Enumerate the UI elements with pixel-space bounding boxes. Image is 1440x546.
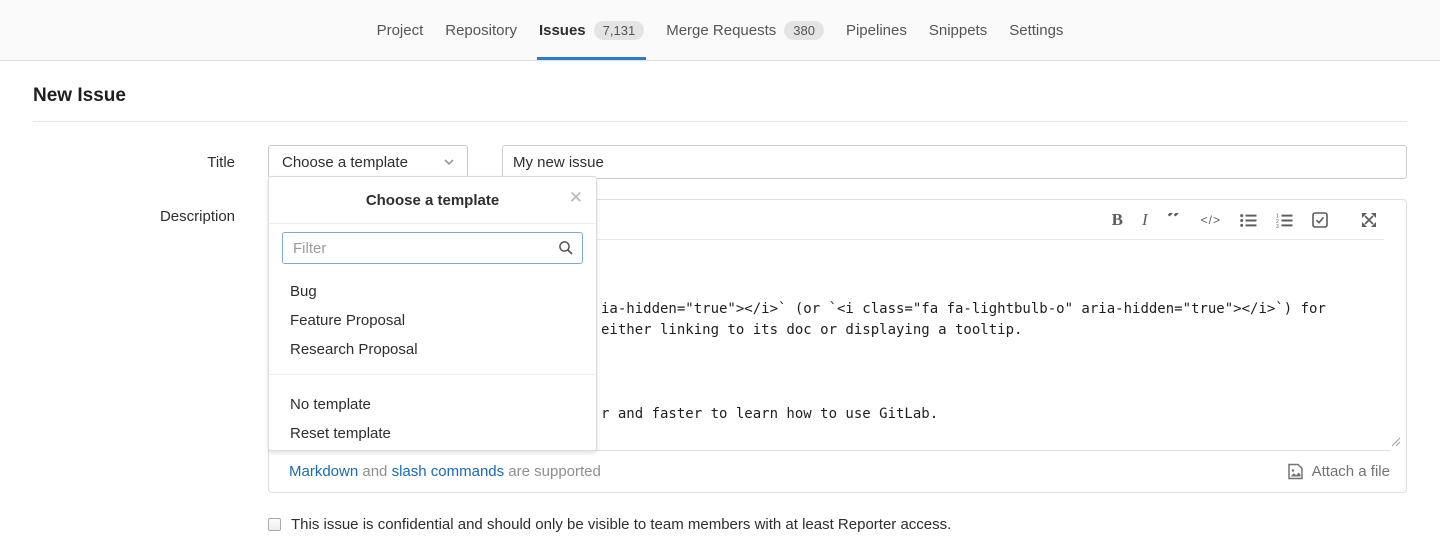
chevron-down-icon	[443, 158, 455, 166]
nav-tab-issues[interactable]: Issues 7,131	[528, 0, 655, 60]
numbered-list-icon: 1 2 3	[1276, 213, 1293, 228]
blockquote-button[interactable]: ”	[1167, 213, 1182, 227]
template-option-feature-proposal[interactable]: Feature Proposal	[269, 306, 596, 335]
new-issue-page: New Issue Title Choose a template Descri…	[0, 61, 1440, 533]
nav-tab-project[interactable]: Project	[366, 0, 435, 60]
nav-tab-pipelines[interactable]: Pipelines	[835, 0, 918, 60]
attach-file-label: Attach a file	[1312, 463, 1390, 480]
template-actions-list: No template Reset template	[269, 374, 596, 452]
template-filter-input[interactable]	[282, 232, 583, 264]
description-row: Description B I ” </>	[33, 199, 1407, 493]
nav-tab-label: Pipelines	[846, 22, 907, 39]
issue-title-input[interactable]	[502, 145, 1407, 179]
nav-tab-label: Settings	[1009, 22, 1063, 39]
filter-input-wrap	[282, 232, 583, 264]
template-list: Bug Feature Proposal Research Proposal	[269, 264, 596, 374]
footer-and-text: and	[358, 463, 391, 480]
dropdown-header: Choose a template ✕	[269, 177, 596, 224]
divider	[33, 121, 1407, 122]
nav-tab-label: Snippets	[929, 22, 987, 39]
bold-button[interactable]: B	[1112, 210, 1123, 230]
nav-tab-label: Repository	[445, 22, 517, 39]
nav-tab-label: Merge Requests	[666, 22, 776, 39]
svg-text:3: 3	[1276, 224, 1279, 228]
confidential-checkbox[interactable]	[268, 518, 281, 531]
project-nav: Project Repository Issues 7,131 Merge Re…	[0, 0, 1440, 61]
numbered-list-button[interactable]: 1 2 3	[1276, 210, 1293, 230]
markdown-footer: Markdown and slash commands are supporte…	[269, 451, 1406, 492]
close-icon[interactable]: ✕	[569, 189, 583, 206]
code-button[interactable]: </>	[1201, 210, 1221, 230]
task-list-button[interactable]	[1312, 210, 1328, 230]
search-icon	[558, 240, 574, 256]
nav-tab-merge-requests[interactable]: Merge Requests 380	[655, 0, 835, 60]
footer-supported-text: are supported	[504, 463, 601, 480]
template-option-bug[interactable]: Bug	[269, 277, 596, 306]
confidential-row: This issue is confidential and should on…	[268, 516, 1407, 533]
title-label: Title	[33, 145, 235, 179]
description-label: Description	[33, 199, 235, 493]
resize-handle[interactable]	[1389, 435, 1401, 447]
nav-tab-snippets[interactable]: Snippets	[918, 0, 998, 60]
issues-count-badge: 7,131	[594, 21, 645, 40]
page-title: New Issue	[33, 61, 1407, 107]
italic-button[interactable]: I	[1142, 210, 1148, 230]
markdown-link[interactable]: Markdown	[289, 463, 358, 480]
reset-template-option[interactable]: Reset template	[269, 419, 596, 448]
slash-commands-link[interactable]: slash commands	[392, 463, 505, 480]
title-row: Title Choose a template	[33, 145, 1407, 179]
bullet-list-button[interactable]	[1240, 210, 1257, 230]
nav-tab-label: Issues	[539, 22, 586, 39]
task-list-icon	[1312, 212, 1328, 228]
choose-template-dropdown-panel: Choose a template ✕ Bug Feature Proposal…	[268, 176, 597, 451]
choose-template-dropdown-button[interactable]: Choose a template	[268, 145, 468, 179]
attach-file-button[interactable]: Attach a file	[1287, 463, 1390, 480]
nav-tab-repository[interactable]: Repository	[434, 0, 528, 60]
fullscreen-button[interactable]	[1361, 210, 1377, 230]
dropdown-title: Choose a template	[366, 192, 499, 209]
merge-requests-count-badge: 380	[784, 21, 824, 40]
confidential-label: This issue is confidential and should on…	[291, 516, 951, 533]
fullscreen-icon	[1361, 212, 1377, 228]
bullet-list-icon	[1240, 213, 1257, 228]
attach-file-icon	[1287, 463, 1304, 480]
template-option-research-proposal[interactable]: Research Proposal	[269, 335, 596, 364]
markdown-help-text: Markdown and slash commands are supporte…	[289, 463, 601, 480]
nav-tab-label: Project	[377, 22, 424, 39]
no-template-option[interactable]: No template	[269, 390, 596, 419]
choose-template-button-label: Choose a template	[282, 154, 408, 171]
nav-tab-settings[interactable]: Settings	[998, 0, 1074, 60]
